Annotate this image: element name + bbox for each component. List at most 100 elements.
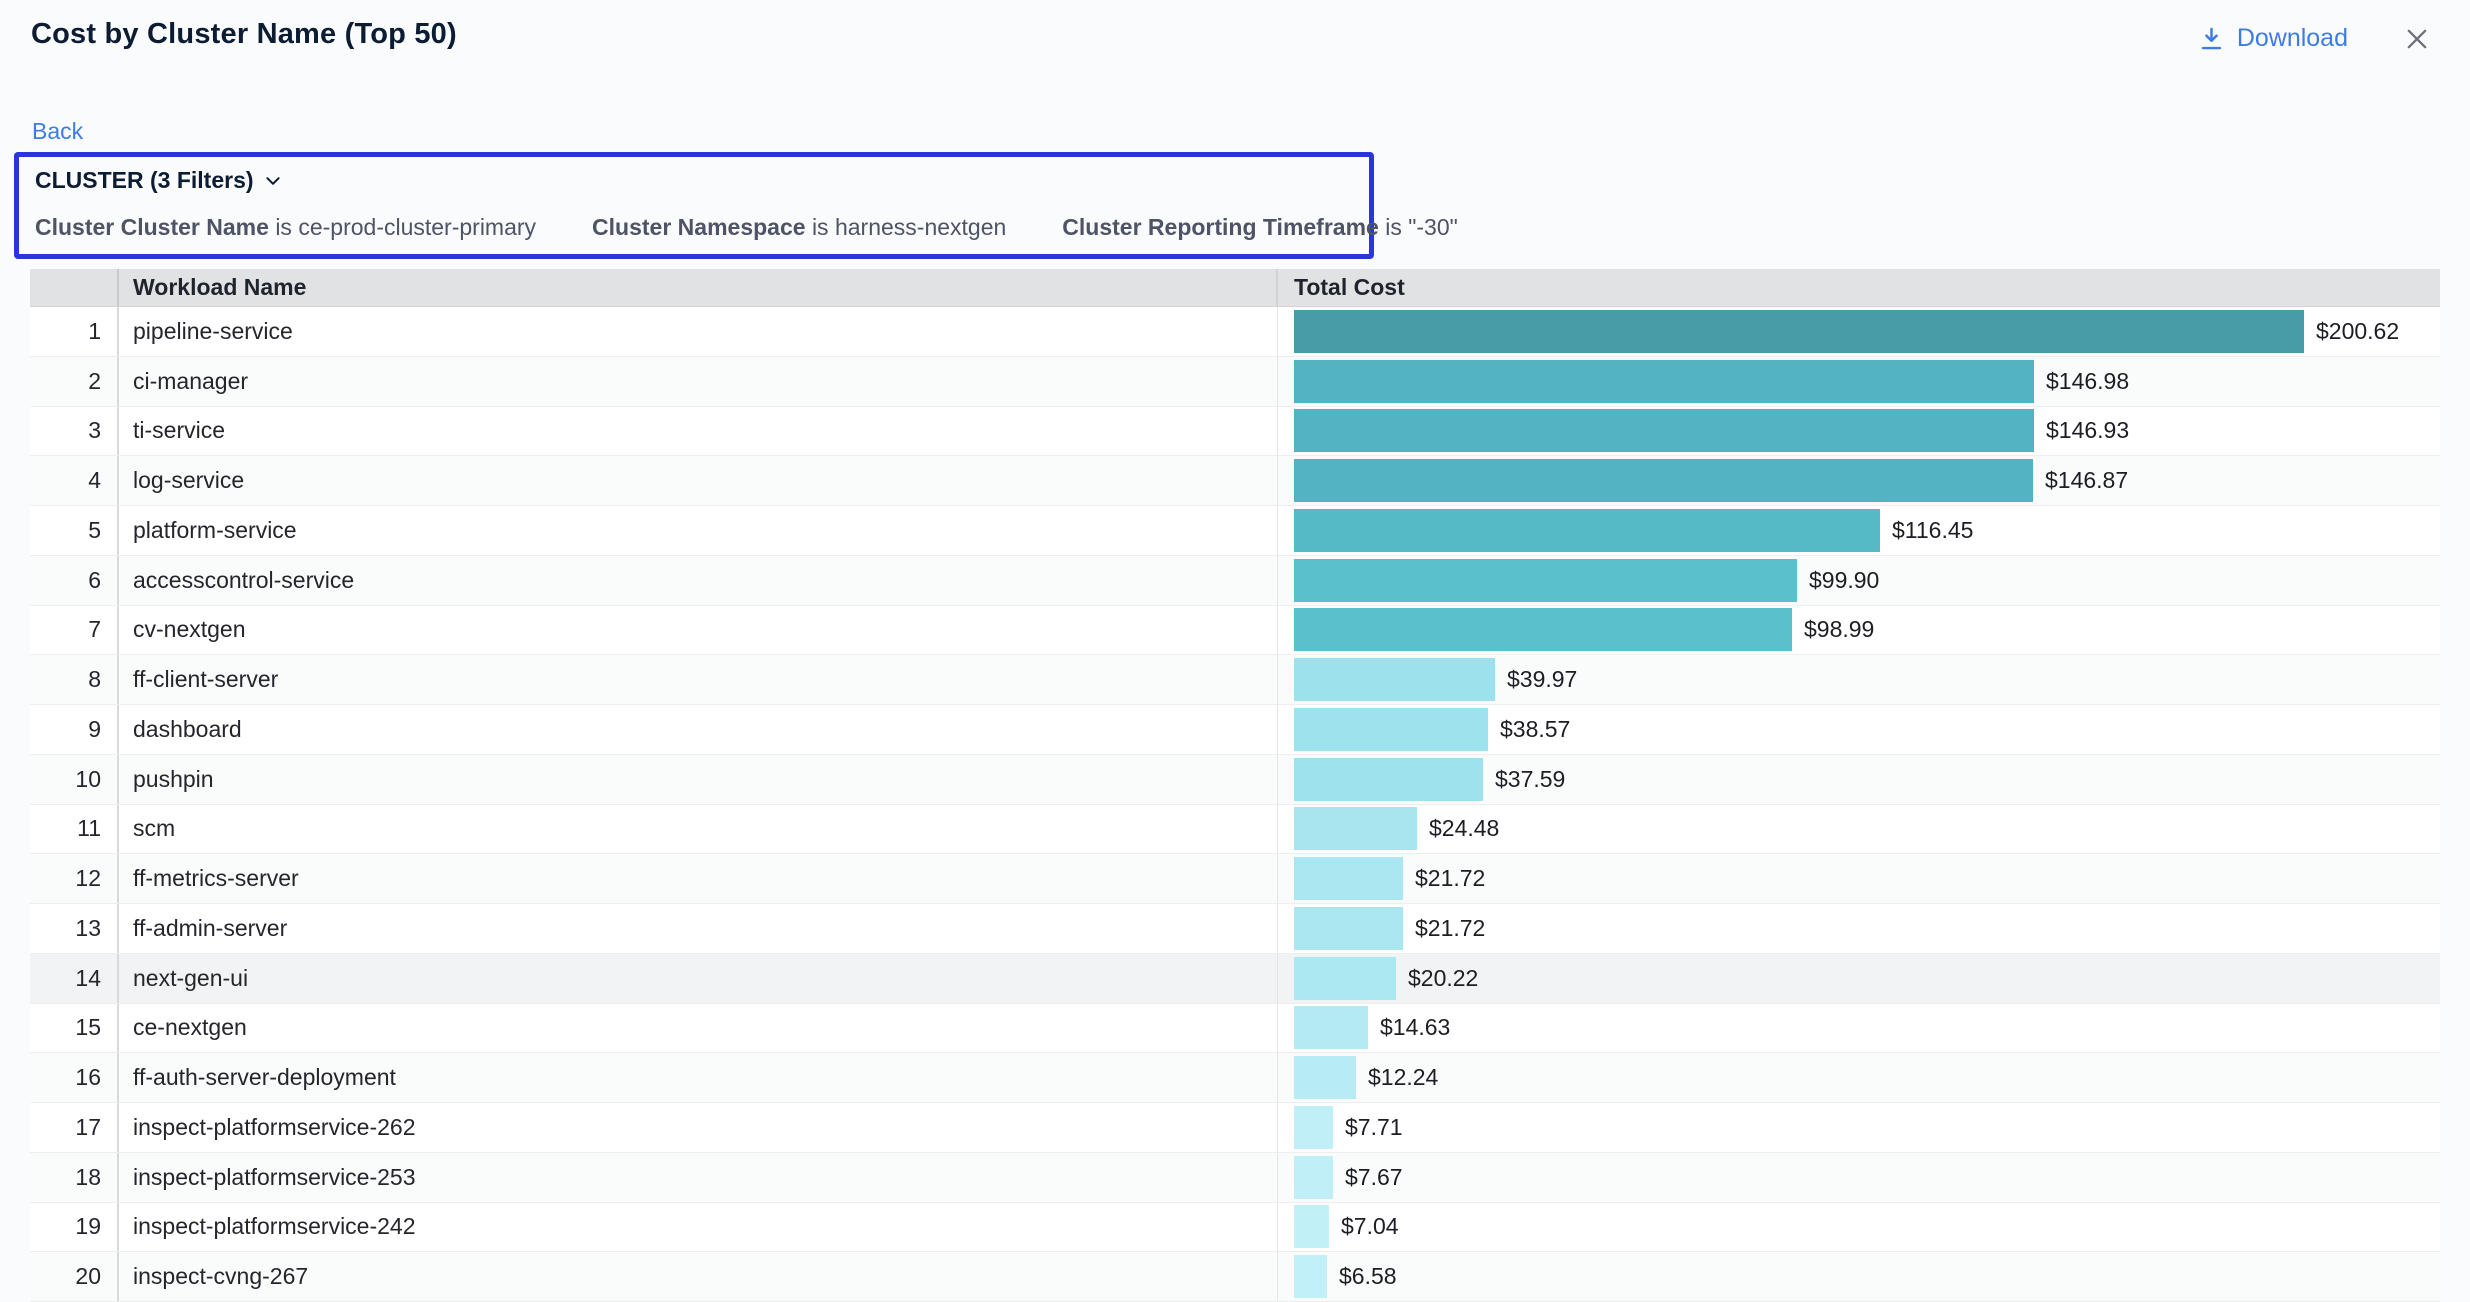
table-row[interactable]: 11 scm $24.48 — [30, 805, 2440, 855]
table-row[interactable]: 15 ce-nextgen $14.63 — [30, 1004, 2440, 1054]
table-row[interactable]: 17 inspect-platformservice-262 $7.71 — [30, 1103, 2440, 1153]
table-row[interactable]: 5 platform-service $116.45 — [30, 506, 2440, 556]
row-workload-name: ff-metrics-server — [119, 854, 1278, 903]
cost-bar — [1294, 807, 1417, 850]
cost-bar — [1294, 708, 1488, 751]
row-total-cost: $24.48 — [1278, 805, 2440, 854]
table-row[interactable]: 12 ff-metrics-server $21.72 — [30, 854, 2440, 904]
close-icon — [2403, 25, 2431, 53]
cost-value: $37.59 — [1495, 766, 1565, 793]
table-header: Workload Name Total Cost — [30, 269, 2440, 307]
cost-value: $12.24 — [1368, 1064, 1438, 1091]
row-workload-name: next-gen-ui — [119, 954, 1278, 1003]
row-rank: 16 — [30, 1053, 119, 1102]
filter-group-dropdown[interactable]: CLUSTER (3 Filters) — [35, 167, 282, 194]
row-total-cost: $7.67 — [1278, 1153, 2440, 1202]
table-row[interactable]: 13 ff-admin-server $21.72 — [30, 904, 2440, 954]
filter-field: Cluster Reporting Timeframe — [1062, 214, 1379, 240]
table-row[interactable]: 2 ci-manager $146.98 — [30, 357, 2440, 407]
filter-field: Cluster Cluster Name — [35, 214, 269, 240]
filter-operator: is — [812, 214, 829, 240]
row-rank: 2 — [30, 357, 119, 406]
row-total-cost: $146.93 — [1278, 407, 2440, 456]
table-row[interactable]: 7 cv-nextgen $98.99 — [30, 606, 2440, 656]
filter-chip-cluster-name[interactable]: Cluster Cluster Name is ce-prod-cluster-… — [35, 214, 536, 241]
cost-value: $14.63 — [1380, 1014, 1450, 1041]
row-workload-name: ti-service — [119, 407, 1278, 456]
cost-value: $21.72 — [1415, 915, 1485, 942]
column-header-rank — [30, 269, 119, 306]
table-row[interactable]: 6 accesscontrol-service $99.90 — [30, 556, 2440, 606]
cost-value: $146.93 — [2046, 417, 2129, 444]
cost-bar — [1294, 509, 1880, 552]
cost-value: $99.90 — [1809, 567, 1879, 594]
row-rank: 5 — [30, 506, 119, 555]
row-rank: 20 — [30, 1252, 119, 1301]
row-total-cost: $116.45 — [1278, 506, 2440, 555]
table-row[interactable]: 1 pipeline-service $200.62 — [30, 307, 2440, 357]
table-row[interactable]: 16 ff-auth-server-deployment $12.24 — [30, 1053, 2440, 1103]
row-total-cost: $38.57 — [1278, 705, 2440, 754]
row-rank: 14 — [30, 954, 119, 1003]
table-body: 1 pipeline-service $200.62 2 ci-manager … — [30, 307, 2440, 1302]
row-workload-name: ff-auth-server-deployment — [119, 1053, 1278, 1102]
table-row[interactable]: 10 pushpin $37.59 — [30, 755, 2440, 805]
row-total-cost: $12.24 — [1278, 1053, 2440, 1102]
filter-value: harness-nextgen — [835, 214, 1006, 240]
row-rank: 7 — [30, 606, 119, 655]
row-workload-name: scm — [119, 805, 1278, 854]
filter-chip-namespace[interactable]: Cluster Namespace is harness-nextgen — [592, 214, 1006, 241]
row-workload-name: inspect-platformservice-253 — [119, 1153, 1278, 1202]
filter-panel: CLUSTER (3 Filters) Cluster Cluster Name… — [14, 152, 1374, 259]
row-rank: 4 — [30, 456, 119, 505]
filter-items: Cluster Cluster Name is ce-prod-cluster-… — [35, 214, 1353, 241]
row-total-cost: $21.72 — [1278, 854, 2440, 903]
row-workload-name: log-service — [119, 456, 1278, 505]
chevron-down-icon — [264, 172, 282, 190]
cost-bar — [1294, 1056, 1356, 1099]
download-icon — [2198, 25, 2225, 52]
row-workload-name: inspect-platformservice-242 — [119, 1203, 1278, 1252]
page-title: Cost by Cluster Name (Top 50) — [31, 18, 457, 51]
row-total-cost: $37.59 — [1278, 755, 2440, 804]
cost-table: Workload Name Total Cost 1 pipeline-serv… — [30, 269, 2440, 1302]
table-row[interactable]: 9 dashboard $38.57 — [30, 705, 2440, 755]
row-rank: 10 — [30, 755, 119, 804]
row-workload-name: inspect-cvng-267 — [119, 1252, 1278, 1301]
back-link[interactable]: Back — [32, 118, 83, 145]
row-workload-name: pushpin — [119, 755, 1278, 804]
download-button[interactable]: Download — [2198, 24, 2348, 53]
row-total-cost: $200.62 — [1278, 307, 2440, 356]
row-rank: 19 — [30, 1203, 119, 1252]
table-row[interactable]: 14 next-gen-ui $20.22 — [30, 954, 2440, 1004]
table-row[interactable]: 8 ff-client-server $39.97 — [30, 655, 2440, 705]
cost-bar — [1294, 1205, 1329, 1248]
table-row[interactable]: 20 inspect-cvng-267 $6.58 — [30, 1252, 2440, 1302]
row-total-cost: $20.22 — [1278, 954, 2440, 1003]
cost-value: $6.58 — [1339, 1263, 1397, 1290]
row-workload-name: pipeline-service — [119, 307, 1278, 356]
table-row[interactable]: 18 inspect-platformservice-253 $7.67 — [30, 1153, 2440, 1203]
filter-value: "-30" — [1408, 214, 1458, 240]
cost-value: $7.67 — [1345, 1164, 1403, 1191]
cost-bar — [1294, 559, 1797, 602]
cost-bar — [1294, 360, 2034, 403]
cost-value: $24.48 — [1429, 815, 1499, 842]
row-total-cost: $7.04 — [1278, 1203, 2440, 1252]
column-header-workload-name: Workload Name — [119, 269, 1278, 306]
cost-bar — [1294, 658, 1495, 701]
filter-chip-reporting-timeframe[interactable]: Cluster Reporting Timeframe is "-30" — [1062, 214, 1458, 241]
cost-bar — [1294, 758, 1483, 801]
cost-bar — [1294, 857, 1403, 900]
cost-bar — [1294, 608, 1792, 651]
row-rank: 3 — [30, 407, 119, 456]
cost-bar — [1294, 1255, 1327, 1298]
row-total-cost: $14.63 — [1278, 1004, 2440, 1053]
row-workload-name: ce-nextgen — [119, 1004, 1278, 1053]
table-row[interactable]: 4 log-service $146.87 — [30, 456, 2440, 506]
table-row[interactable]: 3 ti-service $146.93 — [30, 407, 2440, 457]
close-button[interactable] — [2402, 24, 2432, 54]
cost-bar — [1294, 409, 2034, 452]
table-row[interactable]: 19 inspect-platformservice-242 $7.04 — [30, 1203, 2440, 1253]
cost-value: $7.71 — [1345, 1114, 1403, 1141]
